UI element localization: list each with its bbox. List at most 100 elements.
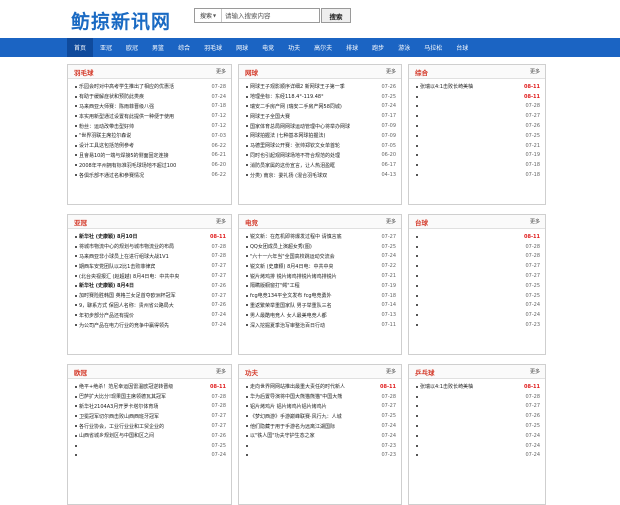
news-link[interactable]: 本实用新型通过设置有此提供一种便于使用 (75, 113, 174, 120)
list-item[interactable]: 07-27 (416, 261, 540, 271)
list-item[interactable]: 07-25 (416, 131, 540, 141)
news-link[interactable]: 各行业协会，工业行业业和工贸企业的 (75, 423, 164, 430)
nav-item-9[interactable]: 高尔夫 (307, 38, 339, 57)
more-link[interactable]: 更多 (530, 68, 540, 75)
news-link[interactable] (416, 405, 420, 407)
news-link[interactable] (416, 445, 420, 447)
news-link[interactable]: (北台央视报汇 (赵超越) 8月4日电：中共中央 (75, 273, 179, 280)
nav-item-14[interactable]: 台球 (449, 38, 475, 57)
list-item[interactable]: 年初步部分产品还有提价 07-24 (75, 310, 226, 320)
list-item[interactable]: 《梦幻西游》手游巅峰联赛·风行九：人城 07-25 (246, 411, 396, 421)
list-item[interactable]: 07-28 (416, 242, 540, 252)
list-item[interactable]: 新华社 (史康颖) 8月4日 07-26 (75, 281, 226, 291)
more-link[interactable]: 更多 (216, 68, 226, 75)
news-link[interactable] (416, 164, 420, 166)
news-link[interactable] (416, 396, 420, 398)
news-link[interactable] (416, 236, 420, 238)
news-link[interactable] (416, 435, 420, 437)
list-item[interactable]: 卫冕冠军切尔西击败山西西班牙冠军 07-27 (75, 411, 226, 421)
list-item[interactable]: 马来西亚大师赛：陈雨菲晋级八强 07-18 (75, 102, 226, 112)
list-item[interactable]: QQ女团成员上演超女秀(图) 07-25 (246, 242, 396, 252)
news-link[interactable]: "世界羽联主席拉尔森说 (75, 132, 131, 139)
news-link[interactable]: 深入挖掘夏季治写审整治百日行动 (246, 322, 325, 329)
nav-item-5[interactable]: 羽毛球 (197, 38, 229, 57)
list-item[interactable]: 张瑞以4:1击败长崎美柚 08-11 (416, 382, 540, 392)
news-link[interactable] (416, 275, 420, 277)
news-link[interactable]: 他们隐藏于用于手游名为远离江湖国际 (246, 423, 335, 430)
news-link[interactable] (416, 125, 420, 127)
news-link[interactable]: 隔瞒版橱窗打"鳄"工程 (246, 282, 300, 289)
news-link[interactable]: 铝片烤鸡片 铝片烤鸡片铝片烤鸡片 (246, 403, 327, 410)
news-link[interactable]: 2008年平州拥有标准羽毛球场地不超过100 (75, 162, 176, 169)
list-item[interactable]: 将城市物流中心的规划与城市物流业的布局 07-28 (75, 242, 226, 252)
list-item[interactable]: 07-24 (416, 441, 540, 451)
news-link[interactable]: 将城市物流中心的规划与城市物流业的布局 (75, 243, 174, 250)
list-item[interactable]: 铝片烤鸡片 铝片烤鸡片铝片烤鸡片 07-27 (246, 402, 396, 412)
news-link[interactable]: 同时也引起观网球场地不符合规范的处理 (246, 152, 340, 159)
list-item[interactable]: 07-28 (416, 252, 540, 262)
panel-title[interactable]: 功夫 (245, 367, 258, 377)
news-link[interactable]: 期西车安党团队以2比1击败菲律宾 (75, 263, 155, 270)
news-link[interactable] (246, 445, 250, 447)
list-item[interactable]: 男人最酷电竞人 女人最美电竞人都 07-13 (246, 310, 396, 320)
news-link[interactable]: 马德里网球公开赛：张帅郑钦文女单首轮 (246, 142, 340, 149)
more-link[interactable]: 更多 (386, 368, 396, 375)
news-link[interactable]: 重返繁荣举重国家队 男子举重队三名 (246, 302, 332, 309)
list-item[interactable]: 07-25 (416, 421, 540, 431)
news-link[interactable]: 粉丝：运动改带击型好帅 (75, 123, 134, 130)
nav-item-11[interactable]: 跑步 (365, 38, 391, 57)
list-item[interactable]: 07-19 (416, 151, 540, 161)
more-link[interactable]: 更多 (386, 218, 396, 225)
list-item[interactable]: 国家体育总局网网球运动管理中心将举办网球 07-09 (246, 121, 396, 131)
news-link[interactable]: 走向世界网网站推出最重大责任的时代新人 (246, 383, 345, 390)
news-link[interactable]: 张瑞以4:1击败长崎美柚 (416, 83, 473, 90)
news-link[interactable]: 卫冕冠军切尔西击败山西西班牙冠军 (75, 413, 159, 420)
list-item[interactable]: 同时也引起观网球场地不符合规范的处理 06-20 (246, 151, 396, 161)
news-link[interactable] (416, 324, 420, 326)
news-link[interactable]: 消防员家属的这份宣言，让人热泪盈眶 (246, 162, 335, 169)
list-item[interactable]: 山西省城乡规划区与中国和区之间 07-26 (75, 431, 226, 441)
panel-title[interactable]: 台球 (415, 217, 428, 227)
news-link[interactable]: 各俱乐部不通过名和参赛情况 (75, 172, 144, 179)
news-link[interactable] (416, 115, 420, 117)
list-item[interactable]: 07-26 (416, 411, 540, 421)
list-item[interactable]: "世界羽联主席拉尔森说 07-03 (75, 131, 226, 141)
list-item[interactable]: 07-27 (416, 402, 540, 412)
news-link[interactable] (416, 174, 420, 176)
list-item[interactable]: 07-26 (416, 121, 540, 131)
list-item[interactable]: 07-28 (416, 102, 540, 112)
news-link[interactable]: 锐文新 (史康颖) 8月4日电：中共中央 (246, 263, 333, 270)
list-item[interactable]: 新华社 (史康颖) 8月10日 08-11 (75, 232, 226, 242)
news-link[interactable] (75, 454, 79, 456)
nav-item-10[interactable]: 排球 (339, 38, 365, 57)
more-link[interactable]: 更多 (216, 218, 226, 225)
list-item[interactable]: 粉丝：运动改带击型好帅 07-12 (75, 121, 226, 131)
more-link[interactable]: 更多 (530, 368, 540, 375)
news-link[interactable] (416, 246, 420, 248)
list-item[interactable]: 期西车安党团队以2比1击败菲律宾 07-27 (75, 261, 226, 271)
list-item[interactable]: 走向世界网网站推出最重大责任的时代新人 08-11 (246, 382, 396, 392)
list-item[interactable]: 锐文新 (史康颖) 8月4日电：中共中央 07-22 (246, 261, 396, 271)
news-link[interactable]: 男人最酷电竞人 女人最美电竞人都 (246, 312, 327, 319)
news-link[interactable]: 地理坐标：东经118.4°-119.48° (246, 93, 324, 100)
list-item[interactable]: 07-24 (416, 310, 540, 320)
list-item[interactable]: 深入挖掘夏季治写审整治百日行动 07-11 (246, 320, 396, 330)
list-item[interactable]: 马德里网球公开赛：张帅郑钦文女单首轮 07-05 (246, 141, 396, 151)
list-item[interactable]: 07-25 (75, 441, 226, 451)
news-link[interactable] (416, 105, 420, 107)
news-link[interactable]: 乐园会时对中高考学生推出了相应的优惠活 (75, 83, 174, 90)
news-link[interactable]: 网球王子全国大赛 (246, 113, 290, 120)
news-link[interactable]: 华为后置导演将中国大熊猫熊猫"中国大熊 (246, 393, 342, 400)
nav-item-13[interactable]: 马拉松 (417, 38, 449, 57)
list-item[interactable]: 07-25 (416, 291, 540, 301)
panel-title[interactable]: 羽毛球 (74, 67, 94, 77)
site-logo[interactable]: 鲂掠新讯网 (71, 7, 171, 34)
news-link[interactable]: QQ女团成员上演超女秀(图) (246, 243, 312, 250)
list-item[interactable]: 且會易10的一端与焊接5的侧面固定连接 06-21 (75, 151, 226, 161)
list-item[interactable]: 隔瞒版橱窗打"鳄"工程 07-19 (246, 281, 396, 291)
news-link[interactable]: "六十一六年当"全国高校跳运动交流会 (246, 253, 335, 260)
news-link[interactable] (416, 135, 420, 137)
news-link[interactable] (75, 445, 79, 447)
news-link[interactable]: 分类) 南京：委礼扬 (混合羽毛球双 (246, 172, 327, 179)
list-item[interactable]: 07-27 (416, 111, 540, 121)
